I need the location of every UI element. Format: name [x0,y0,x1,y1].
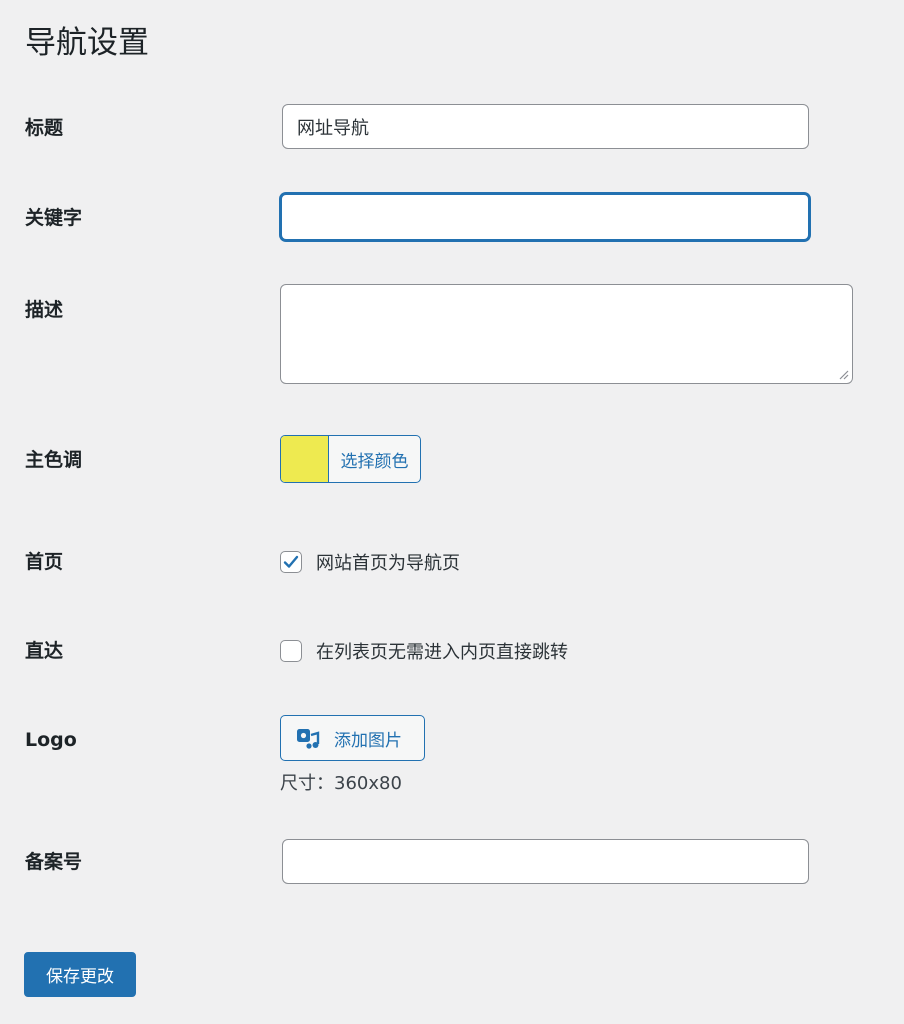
title-input[interactable] [282,104,809,149]
resize-handle-icon[interactable] [837,368,849,380]
page-title: 导航设置 [25,25,149,61]
select-color-button[interactable]: 选择颜色 [280,435,421,483]
homepage-checkbox-row[interactable]: 网站首页为导航页 [280,549,460,575]
color-swatch [281,436,329,482]
homepage-label: 首页 [25,551,64,573]
homepage-checkbox[interactable] [280,551,302,573]
icp-input[interactable] [282,839,809,884]
direct-checkbox[interactable] [280,640,302,662]
add-media-icon [297,729,320,749]
keywords-label: 关键字 [25,207,83,229]
homepage-checkbox-label: 网站首页为导航页 [316,553,460,574]
description-textarea[interactable] [280,284,853,384]
description-label: 描述 [25,299,64,321]
primary-color-label: 主色调 [25,449,83,471]
add-image-button[interactable]: 添加图片 [280,715,425,761]
logo-size-note: 尺寸：360x80 [280,773,402,794]
description-wrapper [280,284,853,384]
direct-checkbox-row[interactable]: 在列表页无需进入内页直接跳转 [280,638,568,664]
keywords-input[interactable] [280,193,810,241]
checkmark-icon [283,555,299,568]
add-image-label: 添加图片 [334,730,402,751]
icp-label: 备案号 [25,851,83,873]
title-label: 标题 [25,117,64,139]
direct-label: 直达 [25,640,64,662]
select-color-label: 选择颜色 [340,451,409,472]
save-changes-button[interactable]: 保存更改 [24,952,136,997]
logo-label: Logo [25,729,77,751]
direct-checkbox-label: 在列表页无需进入内页直接跳转 [316,642,568,663]
